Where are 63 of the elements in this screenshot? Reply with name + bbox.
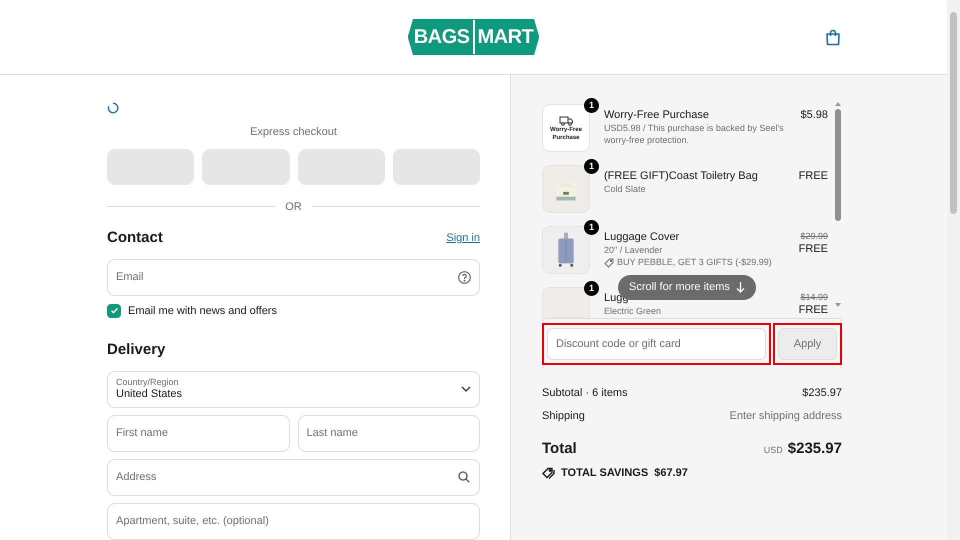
page-scrollbar[interactable] [947, 0, 960, 540]
loading-spinner-icon [107, 102, 119, 114]
logo[interactable]: BAGS MART [408, 19, 540, 55]
delivery-heading: Delivery [107, 340, 166, 360]
first-name-field[interactable]: First name [107, 414, 290, 452]
newsletter-checkbox[interactable] [107, 304, 121, 318]
country-select[interactable]: Country/Region United States [107, 370, 480, 408]
apply-button[interactable]: Apply [778, 328, 837, 360]
subtotal-value: $235.97 [802, 386, 842, 401]
arrow-down-icon [736, 282, 745, 293]
tag-icon [604, 258, 614, 268]
contact-heading: Contact [107, 228, 163, 248]
original-price: $14.99 [800, 291, 828, 303]
product-variant: USD5.98 / This purchase is backed by Seel's worry-free protection. [604, 122, 785, 146]
newsletter-label: Email me with news and offers [128, 304, 277, 318]
original-price: $29.99 [800, 230, 828, 242]
last-name-field[interactable]: Last name [298, 414, 480, 452]
discount-label: BUY PEBBLE, GET 3 GIFTS (-$29.99) [617, 256, 772, 269]
express-pay-button[interactable] [392, 148, 480, 184]
product-price: FREE [798, 303, 828, 317]
express-pay-button[interactable] [202, 148, 290, 184]
product-variant: Electric Green [604, 305, 662, 317]
sign-in-link[interactable]: Sign in [446, 230, 480, 246]
tag-icon [542, 466, 555, 479]
express-pay-button[interactable] [107, 148, 194, 184]
total-savings-value: $67.97 [654, 466, 688, 480]
express-checkout-label: Express checkout [250, 126, 337, 138]
scrollbar-thumb[interactable] [835, 109, 841, 221]
discount-code-field[interactable]: Discount code or gift card [547, 328, 766, 360]
shipping-value: Enter shipping address [729, 408, 842, 424]
product-title: Worry-Free Purchase [604, 108, 710, 122]
shopping-bag-icon[interactable] [825, 29, 841, 46]
currency-label: USD [764, 444, 783, 457]
chevron-down-icon [461, 386, 471, 392]
product-title: Luggage Cover [604, 230, 680, 244]
or-divider-label: OR [285, 200, 302, 214]
product-price: FREE [798, 242, 828, 256]
product-price: FREE [798, 169, 828, 183]
total-label: Total [542, 439, 577, 459]
product-price: $5.98 [800, 108, 828, 122]
quantity-badge: 1 [584, 220, 599, 235]
address-field[interactable]: Address [107, 458, 480, 496]
product-variant: 20" / Lavender [604, 244, 664, 256]
subtotal-label: Subtotal · 6 items [542, 386, 628, 401]
scroll-down-icon[interactable] [835, 303, 841, 307]
search-icon [458, 470, 470, 482]
quantity-badge: 1 [584, 159, 599, 174]
quantity-badge: 1 [584, 281, 599, 296]
help-icon[interactable] [458, 270, 471, 284]
truck-icon [559, 114, 573, 126]
express-pay-button[interactable] [298, 148, 385, 184]
country-value: United States [116, 388, 182, 402]
apartment-field[interactable]: Apartment, suite, etc. (optional) [107, 502, 480, 540]
shipping-label: Shipping [542, 408, 585, 424]
product-variant: Cold Slate [604, 183, 647, 195]
country-label: Country/Region [116, 376, 180, 388]
email-field[interactable]: Email [107, 258, 480, 296]
product-title: (FREE GIFT)Coast Toiletry Bag [604, 169, 759, 183]
checkmark-icon [110, 306, 118, 316]
quantity-badge: 1 [584, 98, 599, 113]
total-value: $235.97 [788, 439, 842, 459]
total-savings-label: TOTAL SAVINGS [561, 466, 648, 480]
scroll-up-icon[interactable] [835, 102, 841, 106]
